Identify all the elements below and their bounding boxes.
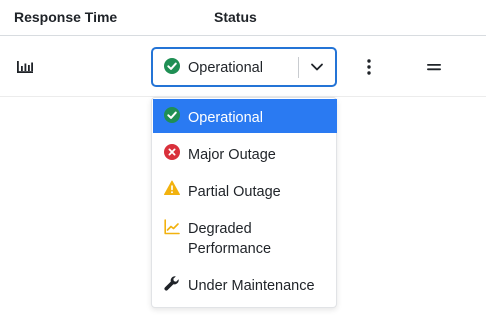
- status-select-value: Operational: [188, 60, 263, 76]
- option-partial-outage[interactable]: Partial Outage: [153, 172, 337, 208]
- wrench-icon: [164, 276, 179, 291]
- option-major-outage[interactable]: Major Outage: [153, 135, 337, 171]
- x-circle-icon: [164, 144, 180, 160]
- check-circle-icon: [164, 107, 180, 123]
- drag-handle-icon[interactable]: [426, 61, 442, 73]
- option-label: Operational: [188, 110, 263, 126]
- option-degraded-performance[interactable]: Degraded Performance: [153, 209, 337, 265]
- option-label: Under Maintenance: [188, 278, 315, 294]
- option-label-line1: Degraded: [188, 221, 252, 237]
- check-circle-icon: [164, 58, 180, 74]
- warning-icon: [164, 180, 180, 195]
- option-label: Major Outage: [188, 147, 276, 163]
- status-select[interactable]: Operational: [152, 48, 336, 86]
- option-label: Partial Outage: [188, 184, 281, 200]
- column-header-status: Status: [214, 9, 257, 25]
- more-actions-icon[interactable]: [362, 58, 376, 76]
- status-dropdown-menu: Operational Major Outage Partial Outage …: [151, 97, 337, 308]
- option-under-maintenance[interactable]: Under Maintenance: [153, 267, 337, 303]
- chevron-down-icon[interactable]: [310, 62, 324, 72]
- option-operational[interactable]: Operational: [153, 99, 337, 133]
- column-header-response-time: Response Time: [14, 9, 118, 25]
- bar-chart-icon[interactable]: [16, 60, 34, 74]
- table-row: Operational: [0, 36, 486, 97]
- select-separator: [298, 57, 299, 78]
- trend-chart-icon: [164, 219, 180, 235]
- table-header: Response Time Status: [0, 0, 486, 36]
- option-label-line2: Performance: [188, 241, 272, 257]
